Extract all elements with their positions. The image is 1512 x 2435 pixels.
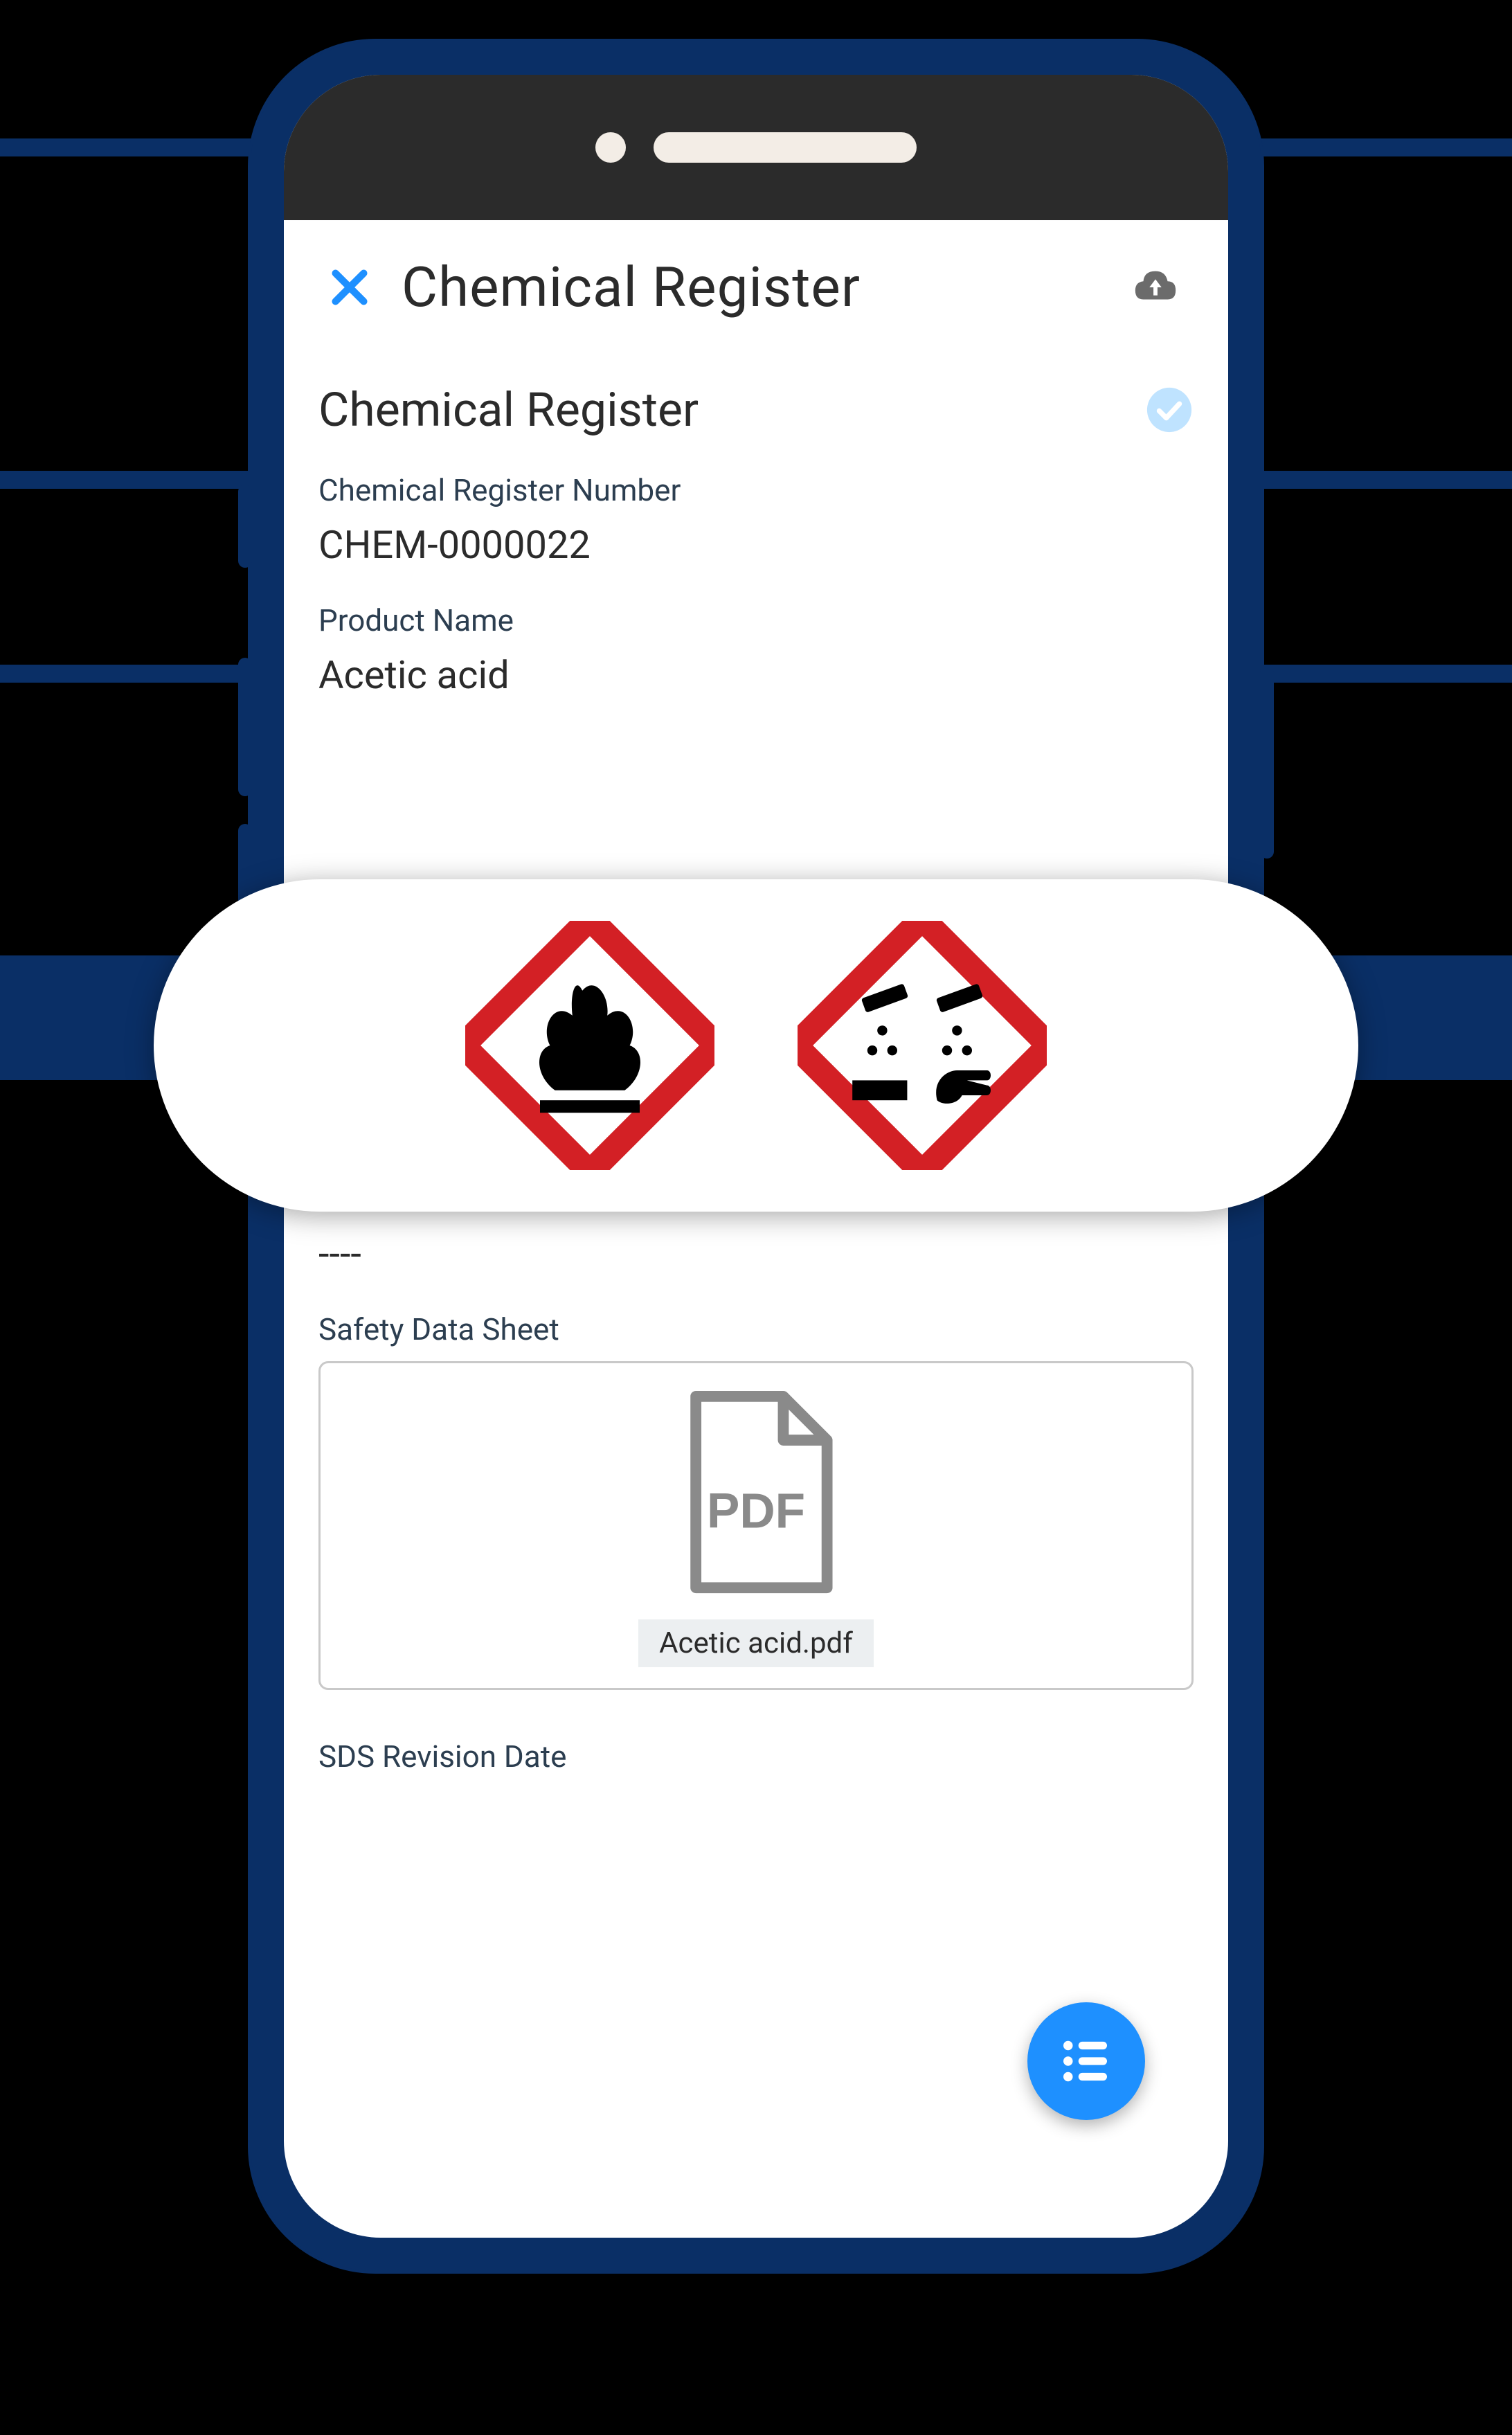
list-fab-button[interactable]	[1027, 2002, 1145, 2120]
page-title: Chemical Register	[402, 255, 1097, 320]
flammable-icon	[465, 921, 714, 1170]
used-for-value: ----	[318, 1231, 1194, 1277]
phone-side-button	[1260, 665, 1274, 859]
phone-notch	[595, 132, 917, 163]
upload-button[interactable]	[1124, 256, 1187, 318]
phone-side-button	[238, 485, 252, 568]
list-icon	[1055, 2030, 1117, 2092]
speaker-icon	[654, 132, 917, 163]
close-icon	[325, 263, 374, 312]
check-circle-icon	[1145, 386, 1194, 434]
camera-dot-icon	[595, 132, 626, 163]
hazard-pictogram-overlay	[154, 879, 1358, 1212]
section-title: Chemical Register	[318, 382, 699, 438]
phone-side-button	[238, 658, 252, 796]
register-number-value: CHEM-0000022	[318, 522, 1194, 568]
product-name-value: Acetic acid	[318, 652, 1194, 698]
verified-badge	[1145, 386, 1194, 434]
sds-revision-label: SDS Revision Date	[318, 1738, 1194, 1774]
cloud-upload-icon	[1124, 263, 1187, 312]
app-header: Chemical Register	[318, 220, 1194, 341]
corrosive-icon	[798, 921, 1047, 1170]
pdf-badge-text: PDF	[707, 1484, 805, 1538]
sds-filename: Acetic acid.pdf	[638, 1619, 874, 1667]
sds-label: Safety Data Sheet	[318, 1311, 1194, 1347]
sds-attachment[interactable]: PDF Acetic acid.pdf	[318, 1361, 1194, 1690]
register-number-label: Chemical Register Number	[318, 472, 1194, 508]
status-bar	[284, 75, 1228, 220]
pdf-file-icon: PDF	[673, 1391, 839, 1599]
product-name-label: Product Name	[318, 602, 1194, 638]
close-button[interactable]	[325, 263, 374, 312]
section-header: Chemical Register	[318, 382, 1194, 438]
